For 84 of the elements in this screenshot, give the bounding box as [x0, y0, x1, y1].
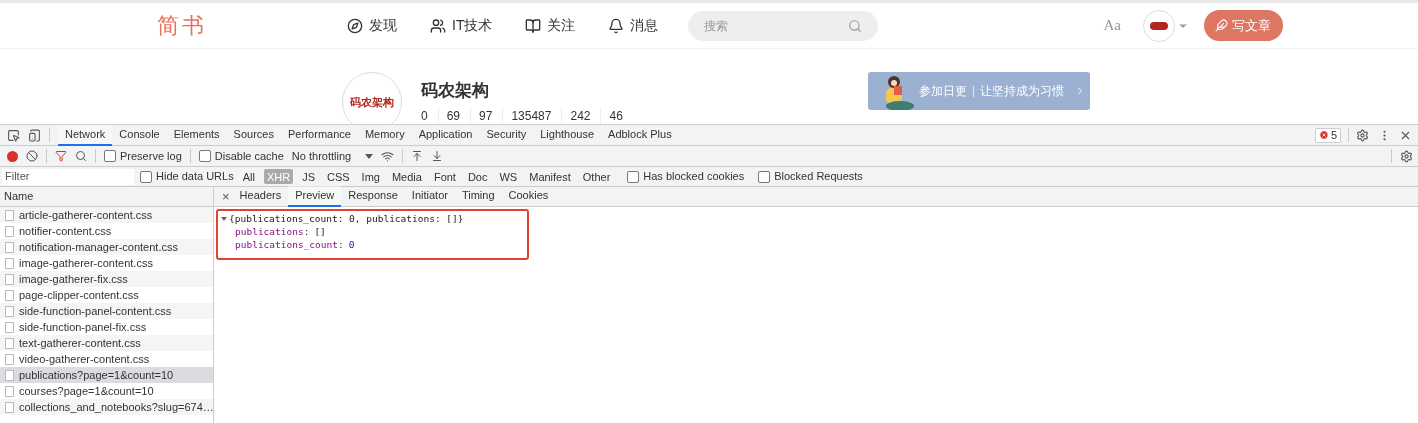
devtools-tab[interactable]: Sources: [226, 124, 281, 146]
record-button[interactable]: [7, 150, 18, 162]
filter-icon[interactable]: [55, 150, 67, 162]
detail-tab[interactable]: Initiator: [404, 186, 455, 207]
type-filter[interactable]: Other: [579, 169, 614, 184]
json-value: 0: [348, 238, 355, 251]
request-row[interactable]: image-gatherer-fix.css: [0, 271, 213, 287]
checkbox[interactable]: [758, 170, 771, 183]
devtools-tab[interactable]: Network: [58, 124, 113, 146]
type-filter[interactable]: Media: [388, 169, 425, 184]
detail-tab[interactable]: Response: [341, 186, 405, 207]
filter-field[interactable]: Filter: [2, 168, 134, 185]
settings-icon[interactable]: [1356, 128, 1369, 142]
checkbox[interactable]: [140, 170, 152, 183]
json-colon: :: [337, 238, 344, 251]
type-filter[interactable]: Font: [430, 169, 459, 184]
nav-link[interactable]: IT技术: [430, 15, 493, 36]
nav-link[interactable]: 关注: [525, 15, 576, 36]
search-icon[interactable]: [75, 150, 87, 162]
json-key: publications: [235, 225, 304, 238]
inspect-icon[interactable]: [7, 128, 20, 142]
error-badge[interactable]: 5: [1314, 127, 1341, 143]
detail-tab[interactable]: Timing: [454, 186, 502, 207]
request-row[interactable]: collections_and_notebooks?slug=674…: [0, 399, 213, 415]
close-button[interactable]: ×: [219, 186, 233, 207]
expand-triangle-icon[interactable]: [221, 216, 227, 221]
checkbox[interactable]: [627, 170, 640, 183]
detail-tab[interactable]: Cookies: [501, 186, 556, 207]
request-row[interactable]: article-gatherer-content.css: [0, 207, 213, 223]
type-filter[interactable]: WS: [496, 169, 521, 184]
nav-link[interactable]: 消息: [608, 15, 659, 36]
book-icon: [525, 17, 542, 34]
devtools-tab[interactable]: Memory: [357, 124, 412, 146]
device-icon[interactable]: [28, 128, 41, 142]
profile-name: 码农架构: [421, 80, 490, 102]
throttling-select[interactable]: No throttling: [291, 147, 374, 165]
settings-icon[interactable]: [1400, 149, 1413, 163]
banner-text: 参加日更: [919, 83, 967, 100]
detail-tab[interactable]: Preview: [288, 186, 342, 207]
devtools-tab[interactable]: Adblock Plus: [601, 124, 679, 146]
json-summary: {publications_count: 0, publications: []}: [229, 212, 464, 225]
type-filter[interactable]: JS: [299, 169, 318, 184]
checkbox-label: Preserve log: [120, 148, 182, 164]
feather-icon: [1215, 19, 1229, 32]
search-input[interactable]: 搜索: [688, 10, 849, 41]
type-filter[interactable]: Img: [358, 169, 383, 184]
type-filter[interactable]: CSS: [323, 169, 353, 184]
type-filter[interactable]: Manifest: [526, 169, 574, 184]
checkbox-label: Has blocked cookies: [643, 169, 745, 185]
type-filter[interactable]: All: [239, 169, 258, 184]
detail-tab[interactable]: Headers: [232, 186, 289, 207]
nav-link[interactable]: 发现: [347, 15, 397, 36]
search-field[interactable]: 搜索: [688, 10, 879, 41]
checkbox[interactable]: [198, 150, 211, 162]
network-conditions-icon[interactable]: [381, 149, 395, 163]
column-header[interactable]: Name: [4, 188, 34, 205]
download-icon[interactable]: [431, 150, 444, 162]
avatar-logo-text: 码农架构: [350, 94, 394, 110]
devtools-tab[interactable]: Elements: [166, 124, 227, 146]
checkbox-label: Hide data URLs: [156, 169, 234, 185]
upload-icon[interactable]: [411, 150, 424, 162]
users-icon: [430, 17, 446, 34]
bell-icon: [608, 17, 625, 34]
request-row[interactable]: notification-manager-content.css: [0, 239, 213, 255]
type-filter[interactable]: Doc: [464, 169, 491, 184]
devtools-tab[interactable]: Console: [112, 124, 167, 146]
devtools-tab[interactable]: Performance: [280, 124, 358, 146]
devtools-tab[interactable]: Application: [411, 124, 480, 146]
json-key: publications_count: [235, 238, 338, 251]
request-row[interactable]: side-function-panel-content.css: [0, 303, 213, 319]
error-icon: [1318, 130, 1329, 140]
banner-text: 让坚持成为习惯: [980, 83, 1064, 100]
compass-icon: [347, 17, 363, 34]
devtools-tab[interactable]: Lighthouse: [533, 124, 602, 146]
checkbox[interactable]: [104, 150, 116, 162]
json-value: []: [314, 225, 326, 238]
request-row[interactable]: publications?page=1&count=10: [0, 367, 213, 383]
json-colon: :: [303, 225, 310, 238]
checkbox-label: Blocked Requests: [774, 169, 863, 185]
stat-value: 46: [609, 107, 624, 124]
clear-icon[interactable]: [26, 150, 38, 162]
checkbox-label: Disable cache: [214, 148, 284, 164]
devtools-tab[interactable]: Security: [479, 124, 534, 146]
request-row[interactable]: text-gatherer-content.css: [0, 335, 213, 351]
